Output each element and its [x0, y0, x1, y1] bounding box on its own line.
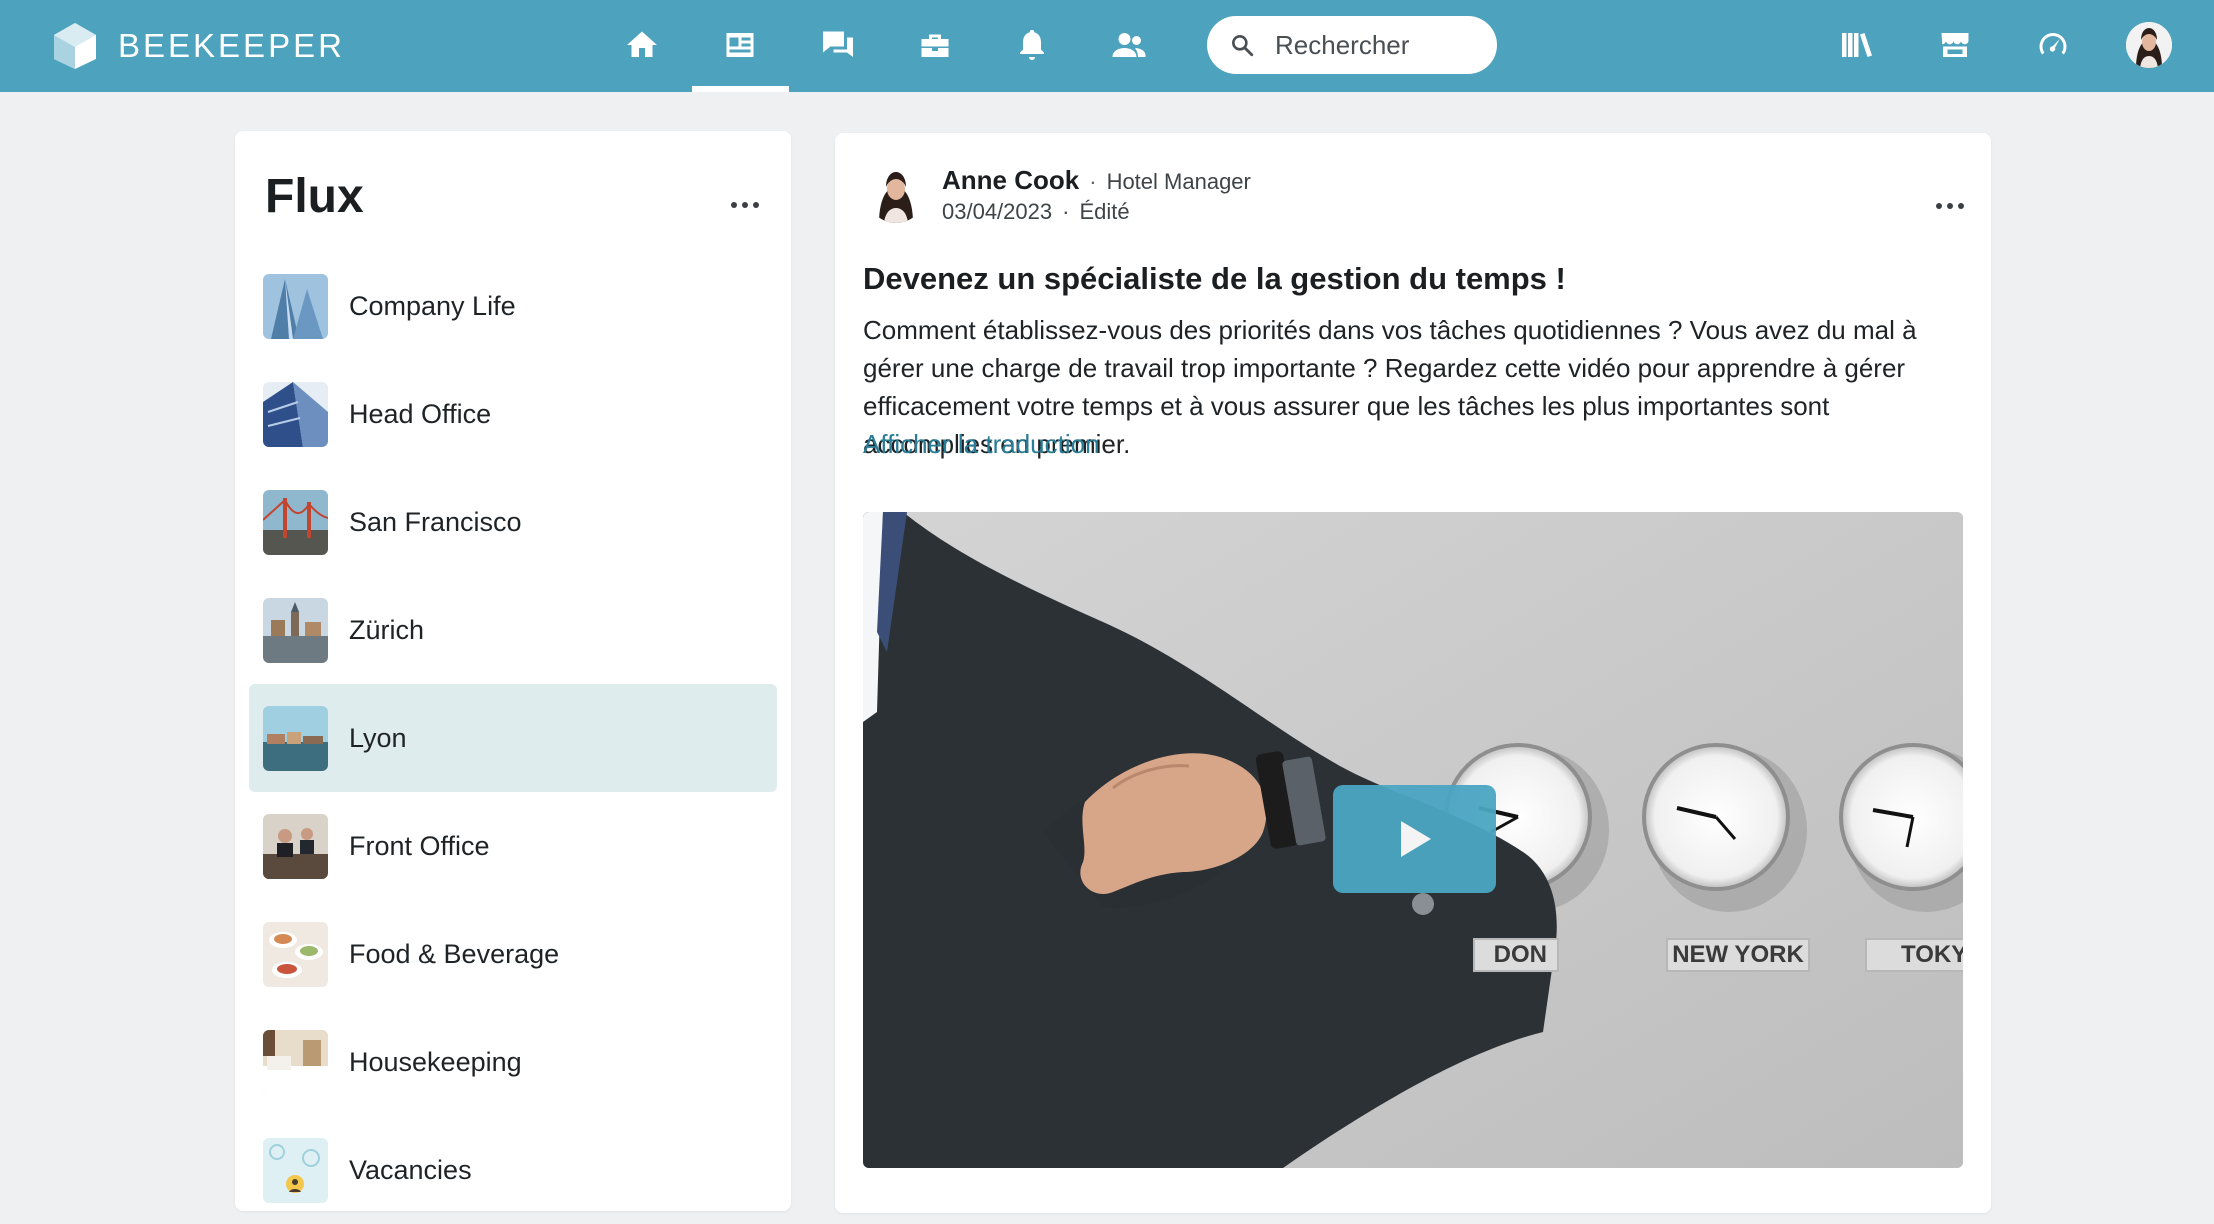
- toolbox-icon: [921, 34, 949, 57]
- streams-panel: Flux Company Life Head Office San Franci…: [235, 131, 791, 1211]
- author-role: Hotel Manager: [1106, 169, 1251, 194]
- stream-label: Food & Beverage: [349, 938, 560, 969]
- more-dot: [753, 202, 759, 208]
- stream-thumbnail: [263, 705, 328, 771]
- speedometer-icon: [2039, 33, 2067, 55]
- stream-item-zurich[interactable]: Zürich: [249, 576, 777, 684]
- stream-item-head-office[interactable]: Head Office: [249, 360, 777, 468]
- nav-chat-button[interactable]: [808, 20, 868, 70]
- post-date: 03/04/2023: [942, 199, 1053, 224]
- stream-thumbnail: [263, 1137, 328, 1203]
- stream-label: Front Office: [349, 830, 490, 861]
- stream-thumbnail: [263, 921, 328, 987]
- video-play-button[interactable]: [1333, 785, 1496, 893]
- home-icon: [627, 31, 657, 57]
- stream-item-housekeeping[interactable]: Housekeeping: [249, 1008, 777, 1116]
- nav-analytics-button[interactable]: [2023, 20, 2083, 70]
- separator-dot: ·: [1062, 199, 1070, 224]
- stream-label: San Francisco: [349, 506, 522, 537]
- bell-icon: [1020, 30, 1044, 60]
- nav-toolbox-button[interactable]: [905, 20, 965, 70]
- show-translation-link[interactable]: Afficher la traduction: [863, 429, 1100, 460]
- nav-news-feed-button[interactable]: [710, 20, 770, 70]
- more-dot: [731, 202, 737, 208]
- stream-list: Company Life Head Office San Francisco Z…: [249, 252, 777, 1224]
- user-avatar[interactable]: [2126, 22, 2172, 68]
- user-avatar-image: [2126, 22, 2172, 68]
- stream-thumbnail: [263, 1029, 328, 1095]
- author-name[interactable]: Anne Cook: [942, 165, 1079, 196]
- chat-icon: [823, 31, 853, 57]
- store-icon: [1941, 33, 1969, 57]
- brand-logo[interactable]: BEEKEEPER: [52, 20, 345, 72]
- top-navigation-bar: BEEKEEPER: [0, 0, 2214, 92]
- clock-label: NEW YORK: [1666, 938, 1810, 972]
- post-title: Devenez un spécialiste de la gestion du …: [863, 261, 1566, 296]
- stream-label: Vacancies: [349, 1154, 472, 1185]
- author-line: Anne Cook · Hotel Manager: [942, 165, 1251, 196]
- stream-label: Zürich: [349, 614, 425, 645]
- search-icon: [1232, 35, 1254, 57]
- stream-item-front-office[interactable]: Front Office: [249, 792, 777, 900]
- beekeeper-logo-icon: [54, 23, 96, 69]
- search-input[interactable]: [1275, 29, 1475, 61]
- nav-notifications-button[interactable]: [1002, 20, 1062, 70]
- nav-home-button[interactable]: [612, 20, 672, 70]
- more-dot: [1936, 203, 1942, 209]
- news-feed-icon: [726, 33, 754, 57]
- clock-label: DON: [1473, 938, 1559, 972]
- stream-item-san-francisco[interactable]: San Francisco: [249, 468, 777, 576]
- author-avatar[interactable]: [867, 165, 925, 223]
- more-dot: [1958, 203, 1964, 209]
- stream-item-company-life[interactable]: Company Life: [249, 252, 777, 360]
- clock-label: TOKY: [1865, 938, 1963, 972]
- library-icon: [1842, 33, 1872, 57]
- stream-thumbnail: [263, 813, 328, 879]
- search-box[interactable]: [1207, 16, 1497, 74]
- stream-thumbnail: [263, 381, 328, 447]
- stream-label: Lyon: [349, 722, 407, 753]
- author-avatar-image: [867, 165, 925, 223]
- post-edited-label: Édité: [1079, 199, 1130, 224]
- stream-thumbnail: [263, 273, 328, 339]
- streams-more-button[interactable]: [725, 190, 765, 220]
- stream-item-vacancies[interactable]: Vacancies: [249, 1116, 777, 1224]
- more-dot: [1947, 203, 1953, 209]
- people-icon: [1112, 33, 1146, 57]
- stream-label: Head Office: [349, 398, 492, 429]
- post-card: Anne Cook · Hotel Manager 03/04/2023 · É…: [835, 133, 1991, 1213]
- separator-dot: ·: [1089, 169, 1097, 194]
- panel-title: Flux: [265, 170, 364, 223]
- stream-item-food-beverage[interactable]: Food & Beverage: [249, 900, 777, 1008]
- play-icon: [1400, 821, 1431, 857]
- post-more-button[interactable]: [1930, 191, 1970, 221]
- nav-library-button[interactable]: [1827, 20, 1887, 70]
- stream-thumbnail: [263, 489, 328, 555]
- nav-active-indicator: [692, 86, 789, 92]
- stream-thumbnail: [263, 597, 328, 663]
- video-player[interactable]: DON NEW YORK TOKY: [863, 512, 1963, 1168]
- stream-label: Housekeeping: [349, 1046, 522, 1077]
- nav-people-button[interactable]: [1099, 20, 1159, 70]
- brand-name: BEEKEEPER: [118, 27, 345, 64]
- nav-store-button[interactable]: [1925, 20, 1985, 70]
- stream-item-lyon[interactable]: Lyon: [249, 684, 777, 792]
- post-meta: 03/04/2023 · Édité: [942, 199, 1130, 225]
- stream-label: Company Life: [349, 290, 516, 321]
- more-dot: [742, 202, 748, 208]
